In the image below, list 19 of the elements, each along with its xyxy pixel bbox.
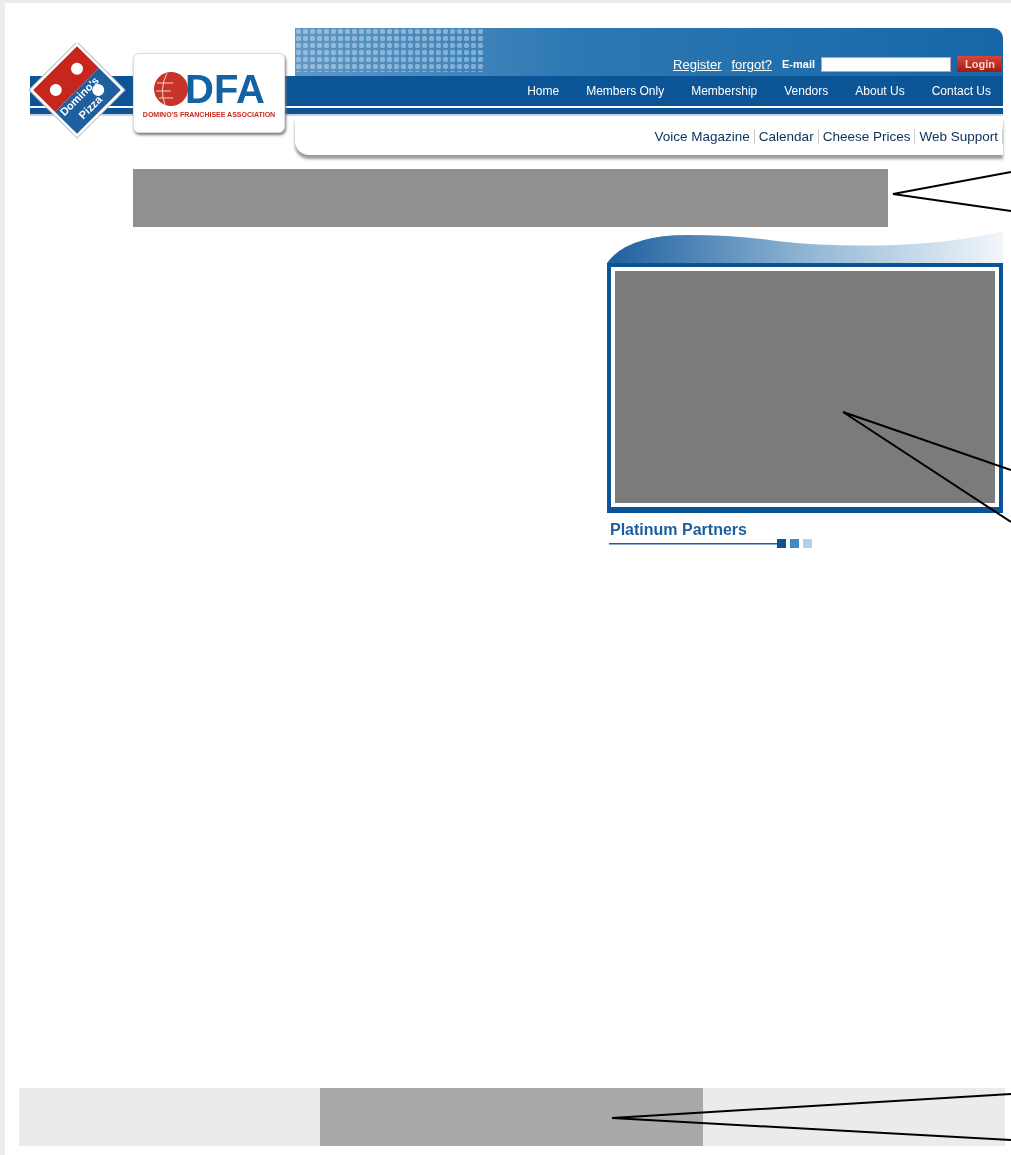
sub-nav-link[interactable]: Web Support: [914, 128, 1003, 144]
sub-nav-link[interactable]: Calendar: [753, 128, 818, 144]
nav-link[interactable]: Contact Us: [931, 84, 991, 98]
login-button[interactable]: Login: [957, 56, 1001, 72]
nav-link[interactable]: About Us: [855, 84, 905, 98]
nav-link[interactable]: Home: [527, 84, 560, 98]
email-label: E-mail: [782, 58, 815, 70]
nav-link[interactable]: Membership: [691, 84, 758, 98]
nav-link[interactable]: Members Only: [586, 84, 665, 98]
nav-link[interactable]: Vendors: [784, 84, 829, 98]
sub-nav-link[interactable]: Voice Magazine: [650, 128, 754, 144]
globe-icon: [153, 70, 189, 107]
header-link[interactable]: forgot?: [731, 56, 772, 72]
section-title: Platinum Partners: [610, 521, 747, 538]
sub-nav-link[interactable]: Cheese Prices: [817, 128, 915, 144]
wave-icon: [607, 229, 1003, 263]
header-link[interactable]: Register: [673, 56, 722, 72]
email-field[interactable]: [821, 56, 951, 72]
logo-title: DFA: [185, 68, 265, 109]
